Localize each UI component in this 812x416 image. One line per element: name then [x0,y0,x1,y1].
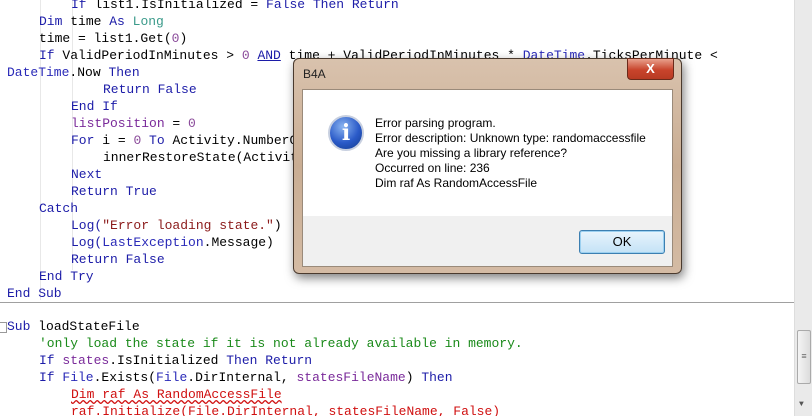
code-token: listPosition [71,116,165,131]
code-token: LastException [102,235,204,250]
code-token: statesFileName [296,370,406,385]
code-line[interactable]: Return True [71,183,157,200]
code-token: AND [257,48,281,63]
scroll-down-arrow-icon[interactable]: ▼ [799,400,804,409]
code-line[interactable]: Dim time As Long [39,13,164,30]
info-icon: i [328,115,364,151]
code-token: Then [108,65,140,80]
dialog-content: i Error parsing program. Error descripti… [303,90,672,216]
code-line[interactable]: End Try [39,268,94,285]
code-token: ) [273,218,282,233]
code-token: Return False [71,252,165,267]
code-token: list1.IsInitialized = [94,0,267,12]
code-token: If [71,0,95,12]
code-line[interactable]: Next [71,166,102,183]
code-line[interactable]: Log(LastException.Message) [71,234,274,251]
message-line: Error parsing program. [375,116,496,130]
dialog-title: B4A [303,67,326,81]
code-token: Then [421,370,453,385]
code-token: 0 [188,116,196,131]
code-line[interactable]: End If [71,98,118,115]
sub-separator [0,302,795,303]
code-token: raf.Initialize(File.DirInternal, statesF… [71,404,501,416]
code-token: .Message) [203,235,274,250]
code-line[interactable]: listPosition = 0 [71,115,196,132]
message-line: Error description: Unknown type: randoma… [375,131,646,145]
code-token: Sub [7,319,39,334]
code-token: End Try [39,269,94,284]
code-token: If [39,353,63,368]
error-dialog: B4A X i Error parsing program. Error des… [293,58,682,274]
code-token: 0 [133,133,150,148]
code-token: End If [71,99,118,114]
code-line[interactable]: raf.Initialize(File.DirInternal, statesF… [71,403,500,416]
code-line[interactable]: If states.IsInitialized Then Return [39,352,312,369]
message-line: Dim raf As RandomAccessFile [375,176,538,190]
code-token: .Exists( [93,370,157,385]
code-token: False Then Return [266,0,399,12]
code-token: Log( [71,235,103,250]
code-token: Log( [71,218,103,233]
ok-button[interactable]: OK [579,230,665,254]
code-token: i = [102,133,134,148]
code-token: .DirInternal, [187,370,297,385]
error-message: Error parsing program. Error description… [375,116,646,191]
code-line[interactable]: 'only load the state if it is not alread… [39,335,523,352]
vertical-scrollbar[interactable]: ≡ ▼ [794,0,812,416]
code-token: .Now [69,65,109,80]
code-token: .IsInitialized [109,353,227,368]
code-token: Then Return [226,353,313,368]
code-token: If [39,48,63,63]
code-line[interactable]: Log("Error loading state.") [71,217,282,234]
code-token: DateTime [7,65,70,80]
code-token: Return True [71,184,157,199]
code-line[interactable]: If File.Exists(File.DirInternal, statesF… [39,369,453,386]
code-line[interactable]: time = list1.Get(0) [39,30,187,47]
code-token: Dim [39,14,71,29]
code-token: ValidPeriodInMinutes > [62,48,242,63]
code-token: loadStateFile [38,319,140,334]
code-token: Catch [39,201,79,216]
code-token: File [62,370,94,385]
code-token: As [109,14,133,29]
code-token: states [62,353,110,368]
code-line[interactable]: Dim raf As RandomAccessFile [71,386,282,403]
message-line: Occurred on line: 236 [375,161,490,175]
code-token: 0 [241,48,258,63]
code-token: End Sub [7,286,62,301]
code-line[interactable]: Catch [39,200,78,217]
code-token: ) [179,31,188,46]
code-token: File [156,370,188,385]
code-token: 'only load the state if it is not alread… [39,336,523,351]
code-token: Dim raf As RandomAccessFile [71,387,282,402]
code-line[interactable]: Sub loadStateFile [7,318,140,335]
scrollbar-thumb[interactable]: ≡ [797,330,811,384]
code-token: To [149,133,173,148]
code-token: ) [405,370,422,385]
code-line[interactable]: Return False [103,81,197,98]
code-line[interactable]: If list1.IsInitialized = False Then Retu… [71,0,399,13]
code-token: If [39,370,63,385]
dialog-body: i Error parsing program. Error descripti… [302,89,673,267]
code-token: For [71,133,103,148]
message-line: Are you missing a library reference? [375,146,568,160]
fold-marker-icon[interactable] [0,322,7,333]
code-token: time [70,14,110,29]
code-line[interactable]: DateTime.Now Then [7,64,140,81]
code-line[interactable]: Return False [71,251,165,268]
code-token: = [164,116,189,131]
code-token: "Error loading state." [102,218,274,233]
code-token: Return False [103,82,197,97]
close-button[interactable]: X [627,58,674,80]
code-token: time = list1.Get( [39,31,172,46]
code-token: Next [71,167,103,182]
code-line[interactable]: End Sub [7,285,62,302]
code-token: Long [132,14,164,29]
